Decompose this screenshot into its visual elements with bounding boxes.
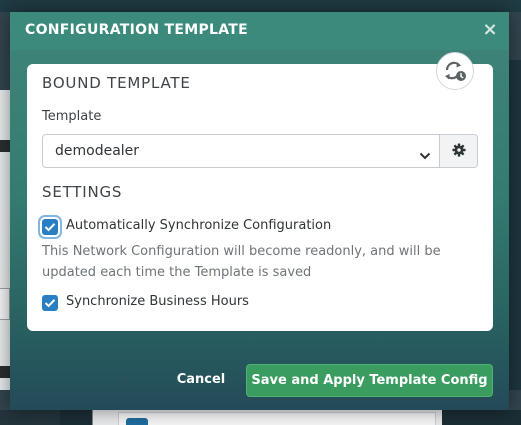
template-select-group: demodealer [42, 134, 478, 168]
save-and-apply-button[interactable]: Save and Apply Template Config [246, 364, 493, 397]
background-left-marker [0, 366, 10, 378]
template-select[interactable]: demodealer [43, 135, 440, 167]
template-field-label: Template [42, 109, 102, 124]
auto-sync-checkbox[interactable] [42, 219, 58, 235]
checkmark-icon [44, 223, 56, 232]
background-right-strip [509, 60, 521, 390]
background-left-panel [0, 90, 10, 390]
modal-title: CONFIGURATION TEMPLATE [25, 22, 248, 38]
sync-business-hours-label[interactable]: Synchronize Business Hours [66, 294, 249, 309]
auto-sync-help-text: This Network Configuration will become r… [42, 244, 441, 280]
template-select-value: demodealer [55, 143, 140, 159]
close-icon[interactable]: × [481, 20, 499, 40]
settings-heading: SETTINGS [42, 183, 123, 201]
bound-template-heading: BOUND TEMPLATE [42, 74, 191, 92]
chevron-down-icon [419, 146, 431, 165]
background-bottom-dark [0, 410, 60, 425]
modal-footer: Cancel Save and Apply Template Config [10, 348, 509, 410]
sync-badge-icon [436, 52, 474, 90]
gear-icon [451, 142, 466, 161]
auto-sync-label[interactable]: Automatically Synchronize Configuration [66, 218, 331, 233]
background-bottom-inner [118, 412, 436, 425]
template-settings-button[interactable] [440, 135, 477, 167]
sync-business-hours-checkbox[interactable] [42, 295, 58, 311]
background-left-marker [0, 140, 10, 152]
configuration-template-modal: CONFIGURATION TEMPLATE × BOUND TEMPLATE … [10, 12, 509, 410]
checkmark-icon [44, 299, 56, 308]
background-checkbox [126, 418, 148, 425]
bound-template-card: BOUND TEMPLATE Template demodealer SETTI… [27, 52, 493, 331]
background-top-bar [0, 0, 521, 12]
modal-header: CONFIGURATION TEMPLATE × [10, 12, 509, 50]
cancel-button[interactable]: Cancel [170, 365, 232, 395]
background-left-input [0, 288, 10, 320]
